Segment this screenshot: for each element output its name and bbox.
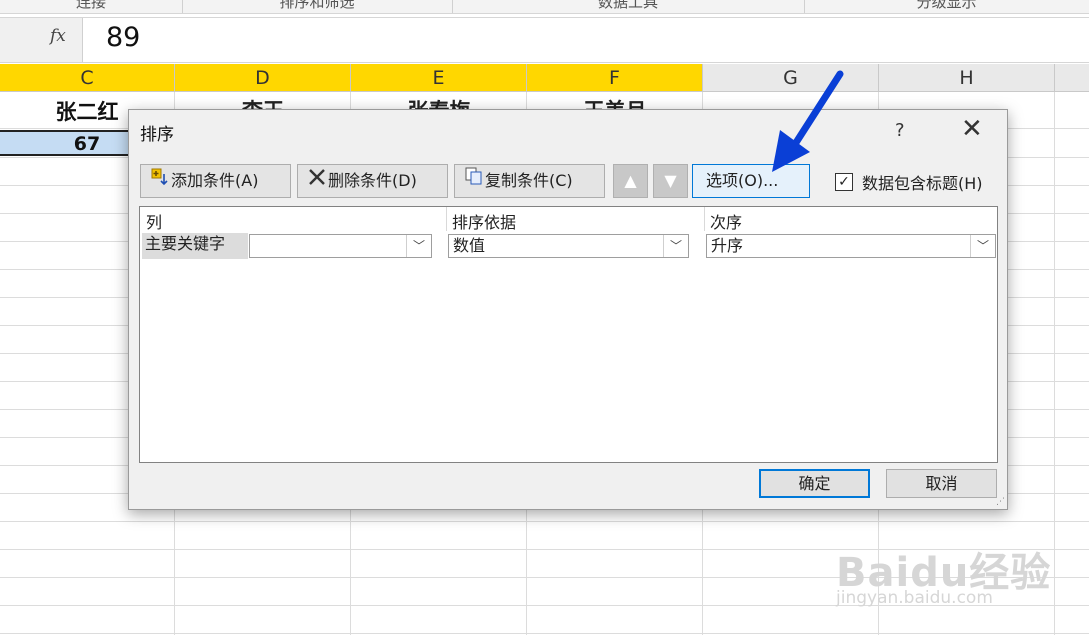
- list-header-column: 列: [146, 213, 163, 232]
- close-button[interactable]: ✕: [961, 116, 983, 142]
- delete-condition-label: 删除条件(D): [328, 171, 417, 190]
- list-header-order: 次序: [710, 213, 743, 232]
- header-checkbox-label[interactable]: 数据包含标题(H): [862, 170, 983, 194]
- cell-f1[interactable]: 王美月: [527, 96, 703, 110]
- chevron-down-icon[interactable]: ﹀: [970, 235, 995, 257]
- ribbon-group-sort-filter: 排序和筛选: [182, 0, 453, 13]
- cancel-button[interactable]: 取消: [886, 469, 997, 498]
- move-down-button[interactable]: ▼: [653, 164, 688, 198]
- list-header-divider: [704, 207, 705, 231]
- dialog-title: 排序: [140, 125, 174, 145]
- list-header-divider: [446, 207, 447, 231]
- ribbon-group-labels: 连接 排序和筛选 数据工具 分级显示: [0, 0, 1089, 14]
- chevron-down-icon[interactable]: ﹀: [663, 235, 688, 257]
- chevron-down-icon[interactable]: ﹀: [406, 235, 431, 257]
- move-up-button[interactable]: ▲: [613, 164, 648, 198]
- grid-line: [0, 521, 1089, 522]
- column-header-c[interactable]: C: [0, 64, 175, 92]
- formula-input[interactable]: 89: [106, 22, 140, 53]
- sort-on-select[interactable]: 数值 ﹀: [448, 234, 689, 258]
- help-button[interactable]: ?: [895, 120, 905, 141]
- ribbon-group-connections: 连接: [0, 0, 183, 13]
- column-select[interactable]: ﹀: [249, 234, 432, 258]
- add-condition-button[interactable]: 添加条件(A): [140, 164, 291, 198]
- delete-condition-button[interactable]: 删除条件(D): [297, 164, 448, 198]
- copy-condition-label: 复制条件(C): [485, 171, 573, 190]
- formula-bar: fx 89: [0, 17, 1089, 63]
- ribbon-group-data-tools: 数据工具: [452, 0, 805, 13]
- sort-conditions-list: 列 排序依据 次序 主要关键字 ﹀ 数值 ﹀ 升序 ﹀: [139, 206, 998, 463]
- fx-icon[interactable]: fx: [50, 26, 66, 46]
- cell-e1[interactable]: 张春梅: [351, 96, 527, 110]
- annotation-arrow-icon: [772, 70, 844, 172]
- column-header-h[interactable]: H: [879, 64, 1055, 92]
- column-header-e[interactable]: E: [351, 64, 527, 92]
- sort-on-value: 数值: [453, 236, 486, 255]
- column-header-d[interactable]: D: [175, 64, 351, 92]
- list-header-sort-on: 排序依据: [452, 213, 517, 232]
- grid-line: [1054, 92, 1055, 635]
- order-select[interactable]: 升序 ﹀: [706, 234, 996, 258]
- ok-button[interactable]: 确定: [759, 469, 870, 498]
- column-header-f[interactable]: F: [527, 64, 703, 92]
- delete-x-icon: [306, 165, 328, 197]
- ribbon-group-outline: 分级显示: [916, 0, 977, 11]
- order-value: 升序: [711, 236, 744, 255]
- copy-condition-button[interactable]: 复制条件(C): [454, 164, 605, 198]
- copy-icon: [463, 165, 485, 197]
- resize-grip-icon[interactable]: ⋰: [996, 498, 1005, 507]
- cell-d1[interactable]: 李王: [175, 96, 351, 110]
- sort-dialog: 排序 ? ✕ 添加条件(A) 删除条件(D) 复制条件(C) ▲ ▼ 选项(O)…: [128, 109, 1008, 510]
- baidu-watermark-url: jingyan.baidu.com: [836, 588, 993, 608]
- primary-key-label: 主要关键字: [142, 233, 248, 259]
- column-header-next[interactable]: [1055, 64, 1089, 92]
- grid-line: [0, 633, 1089, 634]
- insert-function-box[interactable]: fx: [0, 18, 83, 62]
- add-condition-icon: [149, 165, 171, 197]
- add-condition-label: 添加条件(A): [171, 171, 259, 190]
